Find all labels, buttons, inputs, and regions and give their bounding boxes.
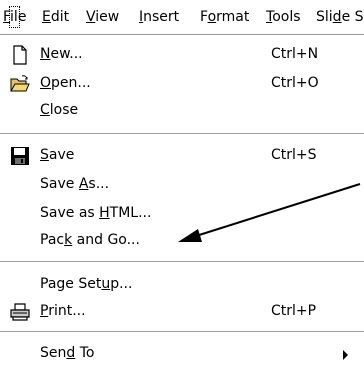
pack-rest: and Go... [72, 232, 140, 248]
menu-file-accel: F [3, 9, 11, 25]
save-rest: ave [48, 147, 75, 163]
save-as-rest: s... [88, 176, 110, 192]
menu-item-save-as[interactable]: Save As... [0, 172, 364, 198]
send-to-pre: Sen [40, 345, 67, 361]
send-to-rest: To [75, 345, 95, 361]
menu-item-save-as-label: Save As... [40, 176, 109, 192]
print-accel: P [40, 303, 49, 319]
save-html-accel: H [99, 205, 110, 221]
menu-tools[interactable]: Tools [266, 0, 301, 34]
menu-item-open-shortcut: Ctrl+O [271, 75, 319, 91]
menu-item-new-label: New... [40, 46, 83, 62]
menu-item-print[interactable]: Print... Ctrl+P [0, 299, 364, 325]
menu-item-close[interactable]: Close [0, 98, 364, 124]
menu-item-send-to-label: Send To [40, 345, 94, 361]
new-accel: N [40, 46, 51, 62]
save-accel: S [40, 147, 49, 163]
printer-icon [10, 303, 30, 321]
page-setup-pre: Page Set [40, 276, 102, 292]
menu-slide-show[interactable]: Slide S [316, 0, 364, 34]
new-rest: ew... [50, 46, 83, 62]
menu-item-send-to[interactable]: Send To [0, 341, 364, 367]
menu-item-new[interactable]: New... Ctrl+N [0, 42, 364, 68]
submenu-arrow-icon [343, 350, 348, 360]
floppy-disk-icon [11, 147, 29, 165]
menu-item-save-as-html[interactable]: Save as HTML... [0, 201, 364, 227]
menu-view-rest: iew [95, 9, 120, 25]
menu-file[interactable]: File [3, 0, 26, 34]
menu-view[interactable]: View [86, 0, 119, 34]
menu-item-print-label: Print... [40, 303, 86, 319]
menu-item-close-label: Close [40, 102, 78, 118]
menu-tools-rest: ools [272, 9, 301, 25]
menu-slide-rest: e S [341, 9, 364, 25]
menu-edit-accel: E [42, 9, 51, 25]
pack-accel: k [64, 232, 73, 248]
menu-view-accel: V [86, 9, 96, 25]
menu-item-save-label: Save [40, 147, 74, 163]
save-html-rest: TML... [109, 205, 152, 221]
open-accel: O [40, 75, 52, 91]
send-to-accel: d [66, 345, 76, 361]
close-rest: lose [49, 102, 79, 118]
menu-item-page-setup[interactable]: Page Setup... [0, 272, 364, 298]
menu-separator [0, 133, 364, 135]
menu-item-save-shortcut: Ctrl+S [271, 147, 317, 163]
menu-item-save-as-html-label: Save as HTML... [40, 205, 151, 221]
open-rest: pen... [51, 75, 91, 91]
menu-item-print-shortcut: Ctrl+P [271, 303, 317, 319]
pack-pre: Pac [40, 232, 65, 248]
print-rest: rint... [48, 303, 86, 319]
page-setup-rest: p... [110, 276, 133, 292]
save-as-pre: Save [40, 176, 79, 192]
menu-edit-rest: dit [50, 9, 70, 25]
menu-bar: File Edit View Insert Format Tools Slide… [0, 0, 364, 35]
menu-file-rest: ile [10, 9, 27, 25]
menu-item-open[interactable]: Open... Ctrl+O [0, 71, 364, 97]
save-as-accel: A [78, 176, 89, 192]
menu-format-rest: rmat [216, 9, 250, 25]
menu-format[interactable]: Format [200, 0, 249, 34]
menu-format-pre: F [200, 9, 208, 25]
menu-item-open-label: Open... [40, 75, 91, 91]
menu-item-pack-and-go[interactable]: Pack and Go... [0, 228, 364, 254]
menu-insert-rest: nsert [143, 9, 180, 25]
menu-item-page-setup-label: Page Setup... [40, 276, 132, 292]
menu-separator [0, 331, 364, 333]
page-setup-accel: u [101, 276, 111, 292]
menu-item-pack-and-go-label: Pack and Go... [40, 232, 140, 248]
file-menu-dropdown: New... Ctrl+N Open... Ctrl+O Close Save … [0, 35, 364, 361]
menu-slide-accel: d [332, 9, 342, 25]
menu-separator [0, 261, 364, 263]
menu-format-accel: o [207, 9, 217, 25]
open-folder-icon [10, 75, 30, 92]
new-document-icon [13, 45, 27, 65]
menu-item-new-shortcut: Ctrl+N [271, 46, 319, 62]
menu-item-save[interactable]: Save Ctrl+S [0, 143, 364, 169]
menu-edit[interactable]: Edit [42, 0, 69, 34]
menu-insert[interactable]: Insert [139, 0, 179, 34]
menu-slide-pre: Sli [316, 9, 333, 25]
close-accel: C [40, 102, 50, 118]
save-html-pre: Save as [40, 205, 100, 221]
